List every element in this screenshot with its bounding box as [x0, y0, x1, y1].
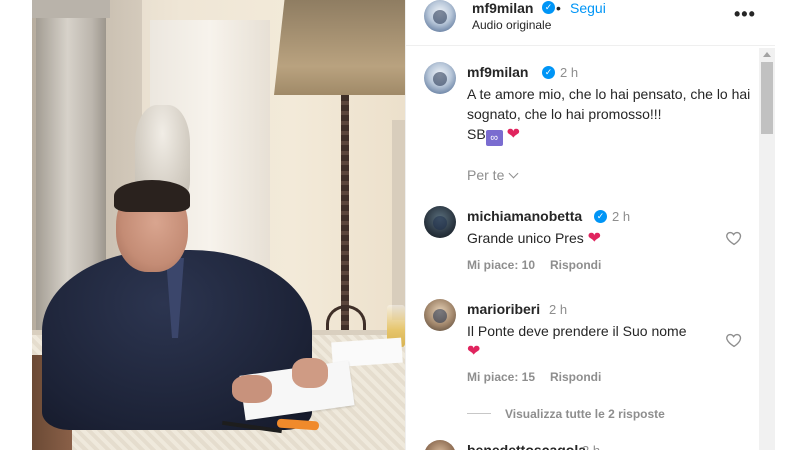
- comment-likes[interactable]: Mi piace: 10: [467, 258, 535, 272]
- reply-button[interactable]: Rispondi: [550, 258, 601, 272]
- left-margin: [0, 0, 32, 450]
- comment-time[interactable]: 2 h: [582, 443, 600, 450]
- video-hand-right: [292, 358, 328, 388]
- comment-avatar[interactable]: [424, 440, 456, 450]
- follow-button[interactable]: Segui: [570, 0, 606, 16]
- comment-username[interactable]: marioriberi: [467, 301, 540, 317]
- post-header: mf9milan ✓ • Segui Audio originale •••: [406, 0, 776, 46]
- caption-text: A te amore mio, che lo hai pensato, che …: [467, 84, 752, 146]
- right-margin: [775, 0, 800, 450]
- per-te-label: Per te: [467, 167, 505, 183]
- comment-username[interactable]: benedettoscagola: [467, 442, 586, 450]
- infinity-emoji-icon: ∞: [485, 130, 503, 146]
- comment-avatar[interactable]: [424, 299, 456, 331]
- video-window-frame: [392, 120, 405, 320]
- video-player[interactable]: [32, 0, 405, 450]
- comment-text: Grande unico Pres ❤: [467, 228, 601, 248]
- post-panel: mf9milan ✓ • Segui Audio originale ••• m…: [405, 0, 776, 450]
- heart-outline-icon[interactable]: [725, 229, 743, 247]
- comment-time[interactable]: 2 h: [612, 209, 630, 224]
- comments-scrollbar[interactable]: [759, 48, 775, 450]
- caption-avatar[interactable]: [424, 62, 456, 94]
- comment-time[interactable]: 2 h: [549, 302, 567, 317]
- author-username[interactable]: mf9milan: [472, 0, 533, 16]
- heart-emoji-icon: ❤: [467, 343, 481, 360]
- video-hand-left: [232, 375, 272, 403]
- more-options-icon[interactable]: •••: [734, 4, 756, 25]
- video-person-hair: [114, 180, 190, 212]
- view-replies-button[interactable]: Visualizza tutte le 2 risposte: [467, 407, 665, 421]
- scrollbar-thumb[interactable]: [761, 62, 773, 134]
- heart-emoji-icon: ❤: [506, 126, 520, 143]
- video-lamp-pole: [341, 95, 349, 335]
- video-lamp-shade: [274, 0, 405, 95]
- verified-badge-icon: ✓: [542, 1, 555, 14]
- audio-link[interactable]: Audio originale: [472, 18, 551, 32]
- comment-body: Il Ponte deve prendere il Suo nome: [467, 323, 687, 339]
- caption-time[interactable]: 2 h: [560, 65, 578, 80]
- comment-avatar[interactable]: [424, 206, 456, 238]
- caption-signature: SB: [467, 126, 486, 142]
- view-replies-label: Visualizza tutte le 2 risposte: [505, 407, 665, 421]
- heart-emoji-icon: ❤: [587, 230, 602, 247]
- caption-body: A te amore mio, che lo hai pensato, che …: [467, 86, 751, 122]
- caption-username[interactable]: mf9milan: [467, 64, 528, 80]
- scroll-up-arrow-icon[interactable]: [763, 52, 771, 57]
- heart-outline-icon[interactable]: [725, 331, 743, 349]
- reply-button[interactable]: Rispondi: [550, 370, 601, 384]
- chevron-down-icon: [508, 168, 519, 179]
- comment-likes[interactable]: Mi piace: 15: [467, 370, 535, 384]
- video-column-cap: [32, 0, 110, 18]
- verified-badge-icon: ✓: [594, 210, 607, 223]
- author-avatar[interactable]: [424, 0, 456, 32]
- comment-body: Grande unico Pres: [467, 230, 584, 246]
- verified-badge-icon: ✓: [542, 66, 555, 79]
- comment-text: Il Ponte deve prendere il Suo nome ❤: [467, 321, 727, 362]
- per-te-filter[interactable]: Per te: [467, 167, 519, 183]
- header-separator: •: [556, 0, 561, 16]
- replies-divider: [467, 413, 491, 414]
- comment-username[interactable]: michiamanobetta: [467, 208, 582, 224]
